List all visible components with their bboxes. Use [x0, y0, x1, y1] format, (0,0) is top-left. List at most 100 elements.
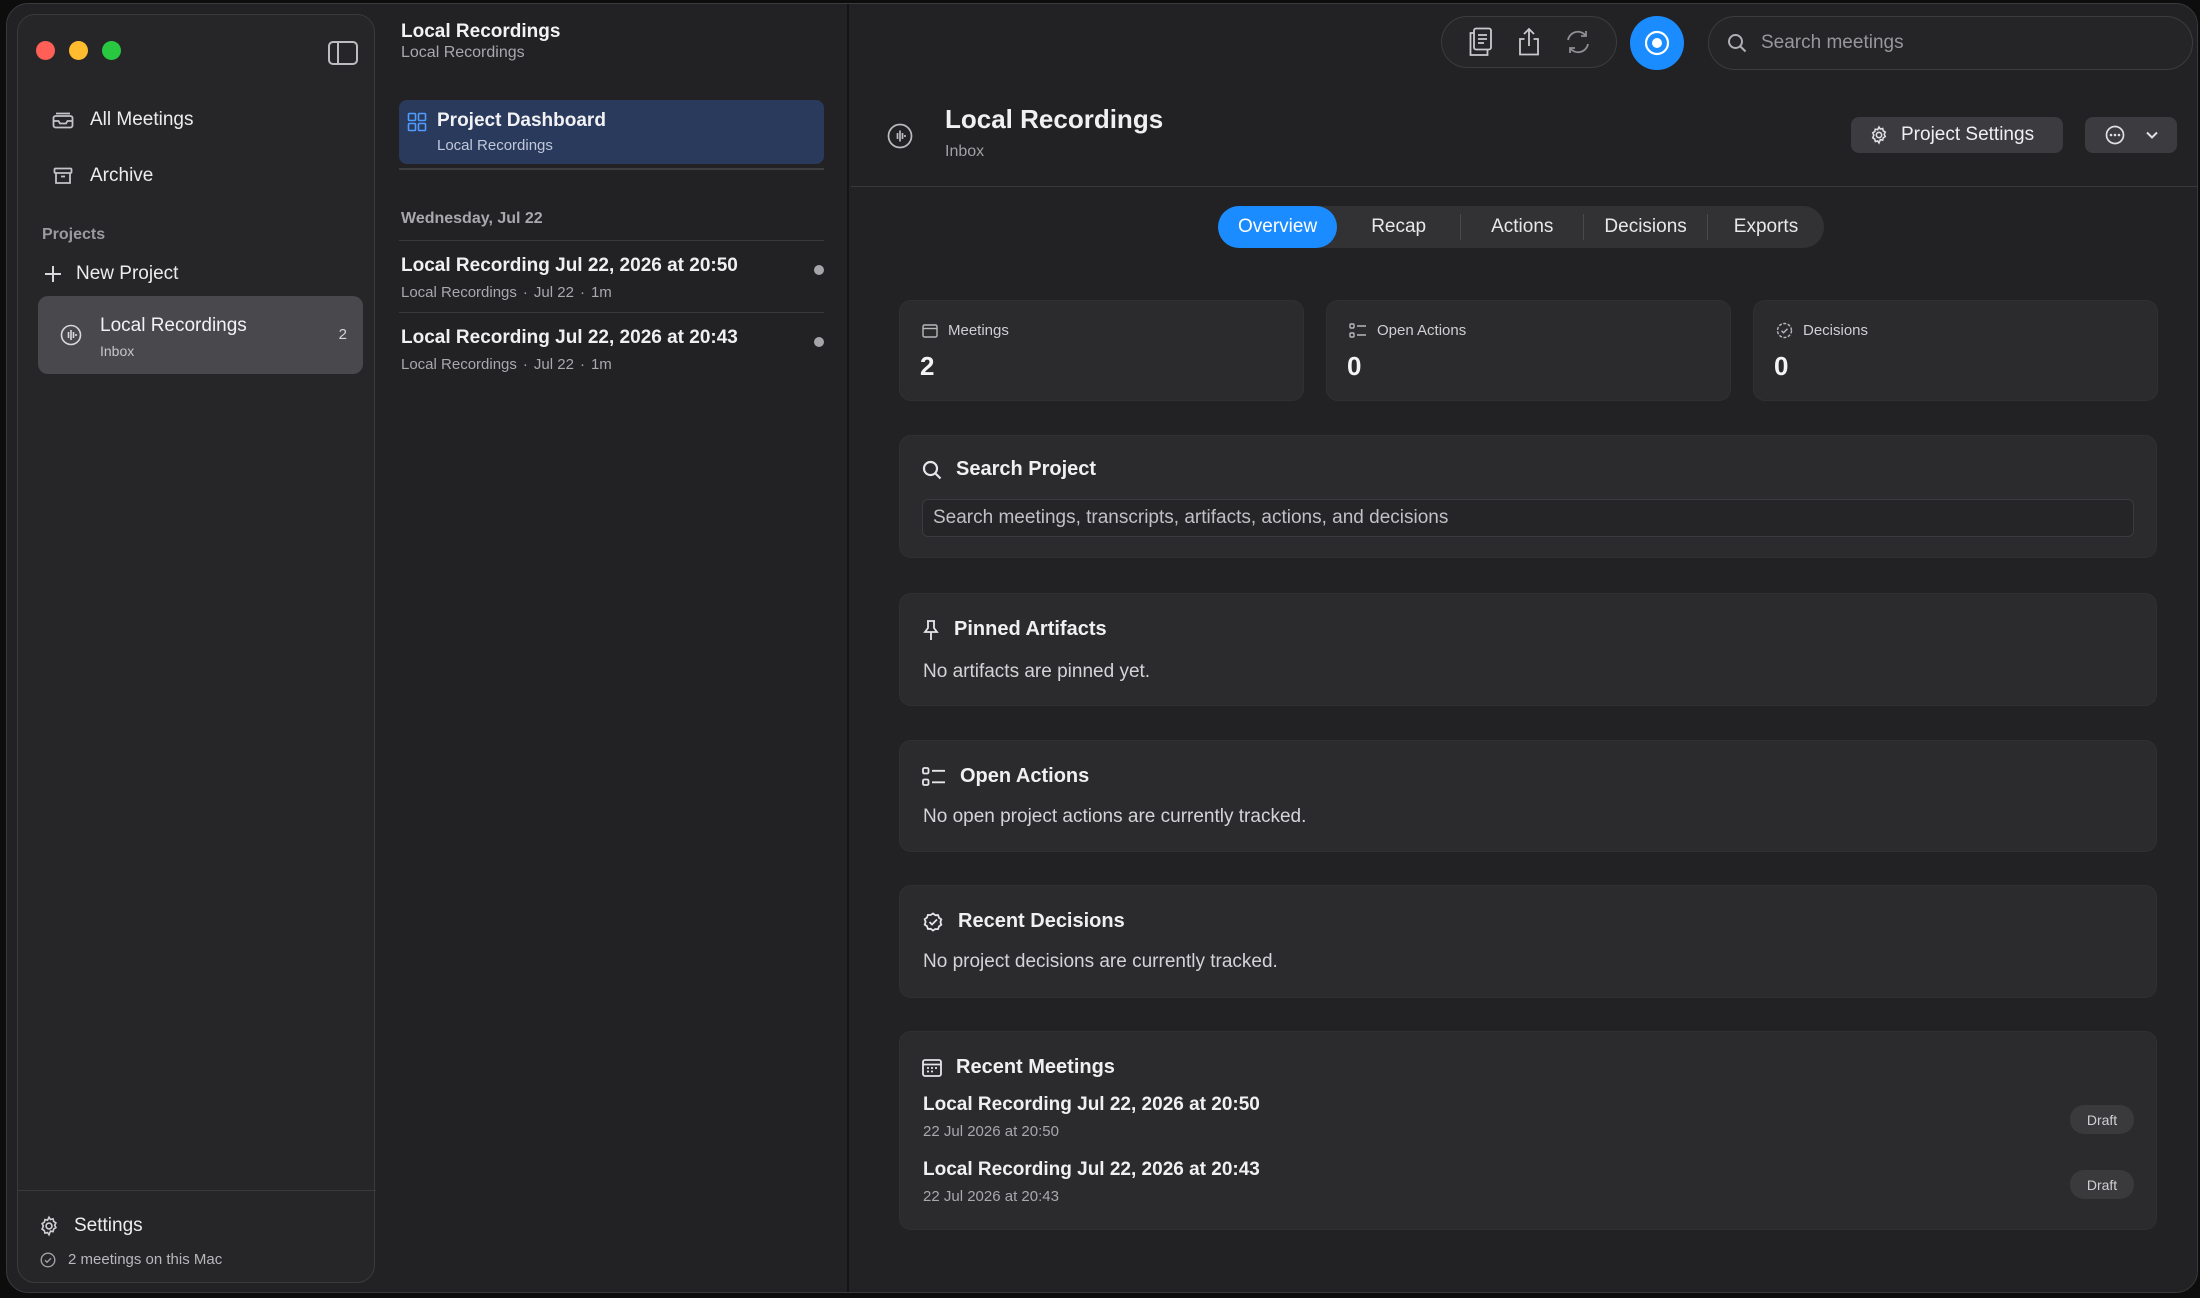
card-title-text: Recent Decisions [958, 910, 1125, 932]
toolbar-actions [1441, 16, 1617, 68]
stat-label: Meetings [922, 322, 1009, 339]
plus-icon [44, 265, 62, 283]
project-name: Local Recordings [100, 315, 247, 336]
search-icon [922, 460, 942, 480]
close-window-button[interactable] [36, 41, 55, 60]
storage-status-text: 2 meetings on this Mac [68, 1251, 223, 1268]
chevron-down-icon [2145, 130, 2159, 140]
list-item[interactable]: Local Recording Jul 22, 2026 at 20:43 Lo… [399, 312, 824, 382]
sidebar-item-all-meetings[interactable]: All Meetings [52, 109, 194, 131]
record-icon [1644, 30, 1670, 56]
calendar-icon [922, 1058, 942, 1077]
empty-state-text: No artifacts are pinned yet. [923, 661, 1151, 682]
stat-label-text: Decisions [1803, 322, 1869, 339]
unread-dot [814, 337, 824, 347]
open-actions-card: Open Actions No open project actions are… [899, 740, 2157, 852]
sidebar-footer: Settings 2 meetings on this Mac [18, 1190, 376, 1282]
dashboard-grid-icon [407, 112, 427, 132]
card-title-text: Search Project [956, 458, 1097, 480]
unread-dot [814, 265, 824, 275]
meeting-list-column: Local Recordings Local Recordings Projec… [383, 4, 849, 1292]
stat-card-decisions: Decisions 0 [1753, 300, 2158, 401]
tab-exports[interactable]: Exports [1708, 206, 1824, 248]
recent-meeting-title: Local Recording Jul 22, 2026 at 20:50 [923, 1094, 1260, 1115]
checklist-icon [922, 766, 946, 787]
checkmark-seal-icon [1776, 322, 1793, 339]
meeting-date: Jul 22 [533, 284, 574, 301]
pin-icon [922, 619, 940, 641]
card-title-text: Open Actions [960, 765, 1090, 787]
main-content: Search meetings Local Recordings Inbox P… [851, 4, 2197, 1292]
app-window: All Meetings Archive Projects New Projec… [6, 3, 2198, 1293]
tab-overview[interactable]: Overview [1218, 206, 1338, 248]
project-settings-button[interactable]: Project Settings [1851, 117, 2063, 153]
record-button[interactable] [1630, 16, 1684, 70]
inbox-stack-icon [52, 111, 74, 129]
card-title-text: Pinned Artifacts [954, 618, 1107, 640]
stat-value: 2 [920, 351, 935, 381]
dashboard-title: Project Dashboard [437, 110, 606, 131]
tab-actions[interactable]: Actions [1461, 206, 1583, 248]
gear-icon [1869, 125, 1889, 145]
storage-status: 2 meetings on this Mac [40, 1251, 222, 1268]
gear-icon [38, 1215, 60, 1237]
meeting-meta: Local Recordings · Jul 22 · 1m [401, 284, 612, 301]
archive-box-icon [52, 167, 74, 185]
recent-meeting-title: Local Recording Jul 22, 2026 at 20:43 [923, 1159, 1260, 1180]
search-placeholder: Search meetings [1761, 32, 1904, 53]
projects-section-label: Projects [42, 226, 106, 243]
sidebar-toggle-icon[interactable] [328, 41, 358, 65]
sync-icon[interactable] [1563, 27, 1593, 57]
recent-meeting-row[interactable]: Local Recording Jul 22, 2026 at 20:50 22… [900, 1092, 2156, 1156]
zoom-window-button[interactable] [102, 41, 121, 60]
empty-state-text: No open project actions are currently tr… [923, 806, 1307, 827]
settings-label: Settings [74, 1215, 143, 1236]
list-header-title: Local Recordings [401, 21, 561, 42]
stat-card-meetings: Meetings 2 [899, 300, 1304, 401]
status-badge: Draft [2070, 1170, 2134, 1199]
minimize-window-button[interactable] [69, 41, 88, 60]
sidebar-item-archive[interactable]: Archive [52, 165, 153, 187]
project-dashboard-item[interactable]: Project Dashboard Local Recordings [399, 100, 824, 164]
recent-meetings-card: Recent Meetings Local Recording Jul 22, … [899, 1031, 2157, 1230]
tab-bar: Overview Recap Actions Decisions Exports [1218, 206, 1825, 248]
page-subtitle: Inbox [945, 143, 985, 160]
more-options-menu[interactable] [2085, 117, 2177, 153]
tab-decisions[interactable]: Decisions [1584, 206, 1706, 248]
card-title: Open Actions [922, 765, 1089, 788]
waveform-circle-icon [60, 324, 82, 346]
checklist-icon [1349, 322, 1367, 339]
status-badge: Draft [2070, 1105, 2134, 1134]
waveform-circle-icon [887, 123, 913, 149]
meeting-duration: 1m [590, 284, 612, 301]
search-meetings-input[interactable]: Search meetings [1708, 16, 2193, 70]
new-project-button[interactable]: New Project [44, 263, 178, 285]
sidebar-item-label: All Meetings [90, 109, 194, 130]
tab-recap[interactable]: Recap [1337, 206, 1460, 248]
card-title: Pinned Artifacts [922, 618, 1107, 641]
project-count-badge: 2 [338, 326, 347, 343]
sidebar-item-local-recordings[interactable]: Local Recordings Inbox 2 [38, 296, 363, 374]
checkmark-seal-icon [922, 911, 944, 933]
header-divider [851, 186, 2197, 187]
meeting-duration: 1m [590, 356, 612, 373]
meeting-date: Jul 22 [533, 356, 574, 373]
stat-label: Decisions [1776, 322, 1868, 339]
list-item[interactable]: Local Recording Jul 22, 2026 at 20:50 Lo… [399, 240, 824, 310]
stat-label-text: Meetings [948, 322, 1009, 339]
search-project-input[interactable]: Search meetings, transcripts, artifacts,… [922, 499, 2134, 537]
copy-documents-icon[interactable] [1465, 27, 1495, 57]
recent-meeting-row[interactable]: Local Recording Jul 22, 2026 at 20:43 22… [900, 1157, 2156, 1221]
empty-state-text: No project decisions are currently track… [923, 951, 1278, 972]
divider [399, 168, 824, 170]
stat-value: 0 [1347, 351, 1362, 381]
settings-button[interactable]: Settings [38, 1215, 143, 1237]
project-subtitle: Inbox [100, 343, 135, 359]
search-project-card: Search Project Search meetings, transcri… [899, 435, 2157, 558]
search-icon [1727, 33, 1747, 53]
sidebar-item-label: Archive [90, 165, 154, 186]
pinned-artifacts-card: Pinned Artifacts No artifacts are pinned… [899, 593, 2157, 706]
card-title: Recent Meetings [922, 1056, 1115, 1079]
share-icon[interactable] [1514, 27, 1544, 57]
calendar-icon [922, 323, 938, 338]
